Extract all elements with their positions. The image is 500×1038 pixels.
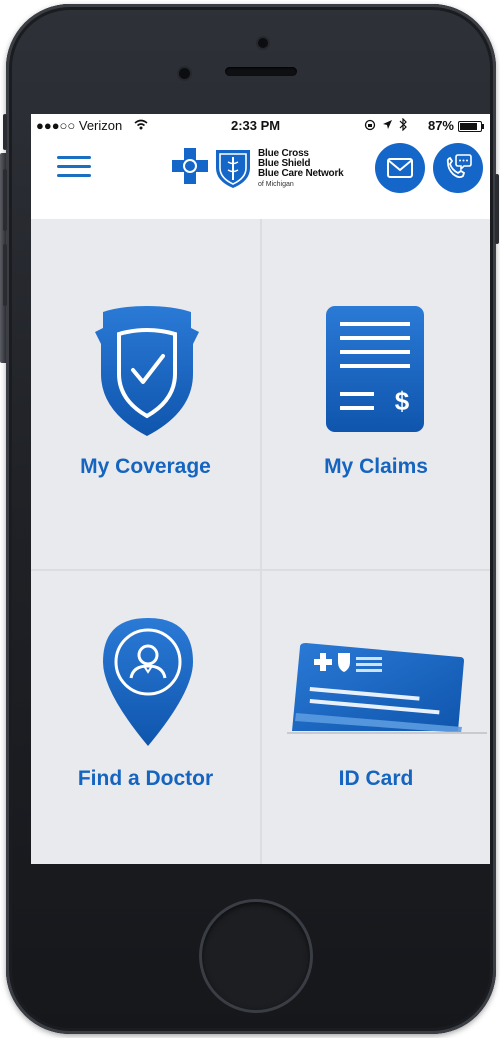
claims-document-icon: $ <box>326 306 424 432</box>
proximity-sensor <box>179 68 190 79</box>
volume-up-button <box>3 169 7 231</box>
bcbs-logo-mark <box>172 148 250 188</box>
tile-label-find-a-doctor: Find a Doctor <box>77 767 214 790</box>
power-button <box>495 174 499 244</box>
battery-percent: 87% <box>427 118 454 133</box>
location-arrow-icon <box>383 120 392 129</box>
id-card-icon <box>287 643 487 734</box>
volume-down-button <box>3 244 7 306</box>
tile-id-card[interactable]: ID Card <box>262 571 490 864</box>
envelope-icon <box>387 158 413 178</box>
tile-my-claims[interactable]: $ My Claims <box>262 219 490 569</box>
front-camera <box>258 38 268 48</box>
tile-label-id-card: ID Card <box>338 767 414 790</box>
app-screen: ●●●○○ Verizon 2:33 PM 87% Blue Cross Blu… <box>31 114 490 864</box>
tile-label-my-claims: My Claims <box>324 455 428 478</box>
phone-chat-icon <box>446 154 472 179</box>
carrier-signal: ●●●○○ Verizon <box>36 118 123 133</box>
app-header: Blue Cross Blue Shield Blue Care Network… <box>31 134 490 219</box>
feature-grid: My Coverage $ My Claims Find a Doctor ID… <box>31 219 490 864</box>
mail-button[interactable] <box>375 143 425 193</box>
logo-line-3: Blue Care Network <box>258 168 344 179</box>
shield-check-icon <box>95 306 199 436</box>
rotation-lock-icon <box>364 119 376 131</box>
tile-my-coverage[interactable]: My Coverage <box>31 219 260 569</box>
bcbs-logo: Blue Cross Blue Shield Blue Care Network… <box>168 146 368 190</box>
tile-find-a-doctor[interactable]: Find a Doctor <box>31 571 260 864</box>
status-time: 2:33 PM <box>231 118 281 133</box>
status-bar: ●●●○○ Verizon 2:33 PM 87% <box>31 114 490 134</box>
doctor-location-pin-icon <box>103 618 193 746</box>
contact-button[interactable] <box>433 143 483 193</box>
battery-fill <box>460 123 478 130</box>
wifi-icon <box>134 119 148 130</box>
hamburger-menu-icon[interactable] <box>57 154 91 180</box>
logo-wordmark: Blue Cross Blue Shield Blue Care Network <box>258 149 344 179</box>
phone-frame: ●●●○○ Verizon 2:33 PM 87% Blue Cross Blu… <box>3 4 499 1034</box>
tile-label-my-coverage: My Coverage <box>80 455 211 478</box>
earpiece-speaker <box>225 67 297 76</box>
battery-icon <box>458 121 484 132</box>
bluetooth-icon <box>399 118 407 131</box>
logo-subtitle: of Michigan <box>258 181 294 188</box>
home-button[interactable] <box>202 902 310 1010</box>
mute-switch <box>3 114 7 150</box>
svg-text:$: $ <box>395 386 410 416</box>
